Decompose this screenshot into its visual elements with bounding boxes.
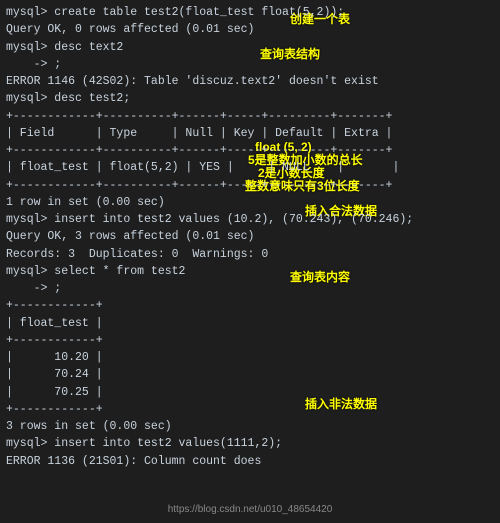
- terminal-line: ERROR 1146 (42S02): Table 'discuz.text2'…: [6, 73, 494, 90]
- terminal-line: +------------+----------+------+-----+--…: [6, 142, 494, 159]
- terminal-line: Query OK, 0 rows affected (0.01 sec): [6, 21, 494, 38]
- terminal-line: +------------+----------+------+-----+--…: [6, 108, 494, 125]
- terminal-line: mysql> create table test2(float_test flo…: [6, 4, 494, 21]
- terminal-line: +------------+: [6, 297, 494, 314]
- terminal-line: mysql> insert into test2 values (10.2), …: [6, 211, 494, 228]
- terminal-line: +------------+: [6, 401, 494, 418]
- terminal-line: -> ;: [6, 280, 494, 297]
- terminal-window: mysql> create table test2(float_test flo…: [0, 0, 500, 523]
- terminal-line: | 70.24 |: [6, 366, 494, 383]
- terminal-line: +------------+----------+------+-----+--…: [6, 177, 494, 194]
- terminal-line: mysql> desc text2: [6, 39, 494, 56]
- terminal-line: mysql> insert into test2 values(1111,2);: [6, 435, 494, 452]
- terminal-line: 3 rows in set (0.00 sec): [6, 418, 494, 435]
- terminal-line: | 10.20 |: [6, 349, 494, 366]
- terminal-line: ERROR 1136 (21S01): Column count does: [6, 453, 494, 470]
- terminal-line: | float_test | float(5,2) | YES | | NULL…: [6, 159, 494, 176]
- terminal-line: +------------+: [6, 332, 494, 349]
- terminal-line: | Field | Type | Null | Key | Default | …: [6, 125, 494, 142]
- terminal-line: -> ;: [6, 56, 494, 73]
- terminal-line: mysql> desc test2;: [6, 90, 494, 107]
- terminal-line: 1 row in set (0.00 sec): [6, 194, 494, 211]
- terminal-line: | 70.25 |: [6, 384, 494, 401]
- terminal-line: Records: 3 Duplicates: 0 Warnings: 0: [6, 246, 494, 263]
- terminal-line: mysql> select * from test2: [6, 263, 494, 280]
- watermark: https://blog.csdn.net/u010_48654420: [168, 502, 333, 518]
- terminal-line: | float_test |: [6, 315, 494, 332]
- terminal-line: Query OK, 3 rows affected (0.01 sec): [6, 228, 494, 245]
